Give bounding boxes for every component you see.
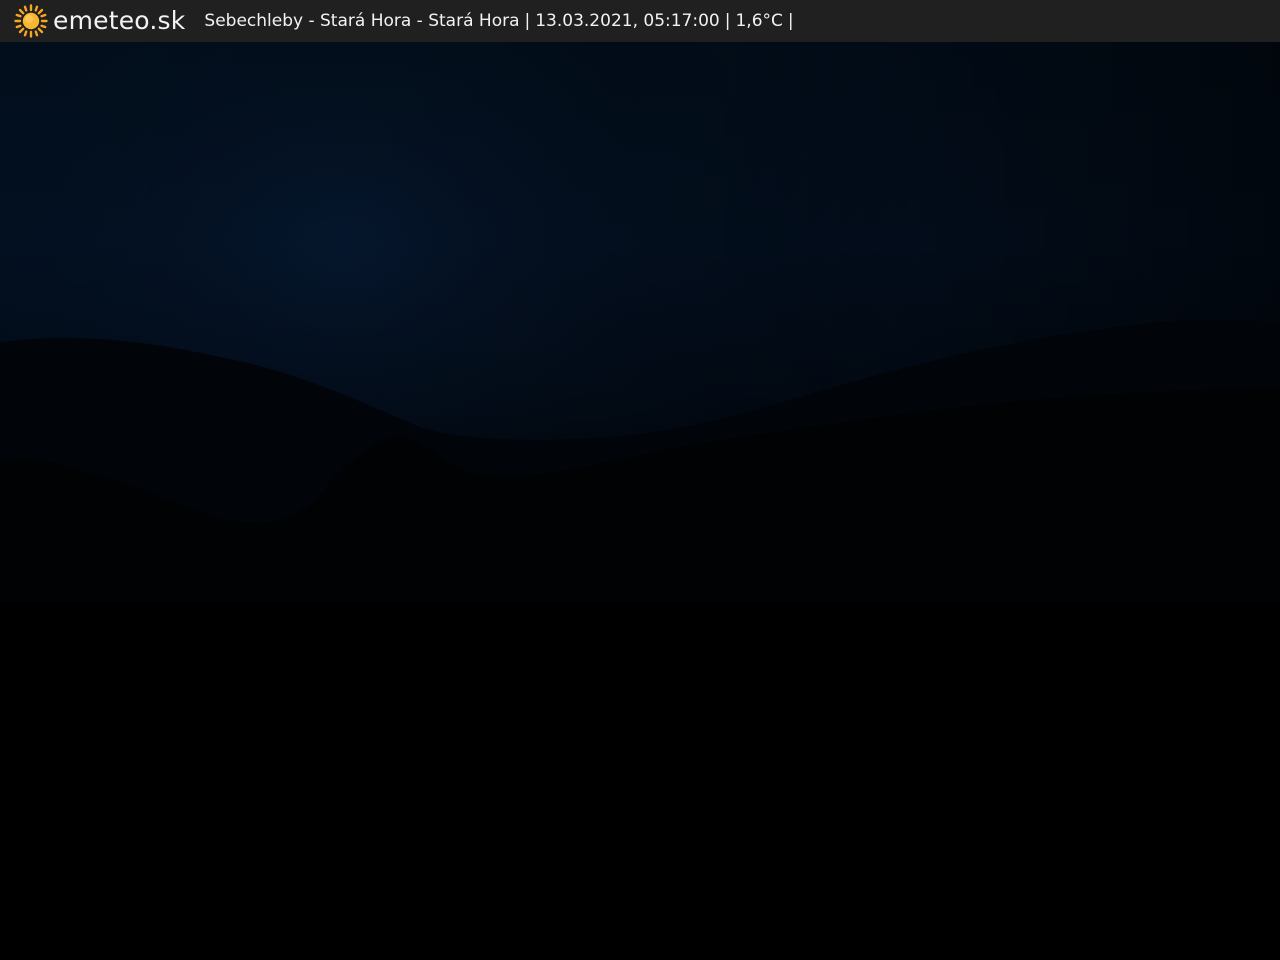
separator: | [724,11,731,31]
separator: | [787,11,794,31]
sun-icon [14,4,48,38]
webcam-frame: emeteo.sk Sebechleby - Stará Hora - Star… [0,0,1280,960]
webcam-caption: Sebechleby - Stará Hora - Stará Hora | 13.… [204,0,798,42]
webcam-night-scene [0,42,1280,960]
brand-name: emeteo.sk [53,6,186,35]
emeteo-logo[interactable]: emeteo.sk [14,0,185,42]
location-name: Sebechleby - Stará Hora - Stará Hora [204,11,520,31]
webcam-caption-bar: emeteo.sk Sebechleby - Stará Hora - Star… [0,0,1280,42]
separator: | [524,11,531,31]
temperature-value: 1,6°C [735,11,783,31]
capture-datetime: 13.03.2021, 05:17:00 [535,11,720,31]
foreground-ground [0,602,1280,960]
